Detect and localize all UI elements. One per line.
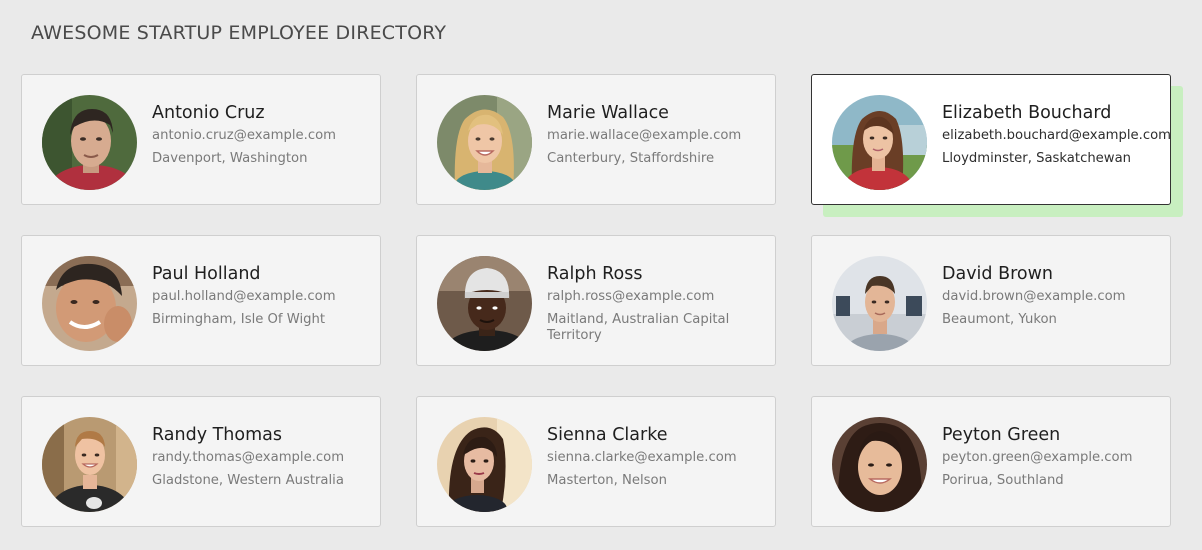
- employee-name: Marie Wallace: [547, 103, 669, 123]
- employee-name: Antonio Cruz: [152, 103, 265, 123]
- employee-name: Randy Thomas: [152, 425, 282, 445]
- employee-location: Lloydminster, Saskatchewan: [942, 151, 1132, 166]
- employee-location: Beaumont, Yukon: [942, 312, 1057, 327]
- employee-location: Porirua, Southland: [942, 473, 1064, 488]
- employee-card[interactable]: David Brown david.brown@example.com Beau…: [811, 235, 1171, 366]
- employee-card[interactable]: Antonio Cruz antonio.cruz@example.com Da…: [21, 74, 381, 205]
- employee-name: Sienna Clarke: [547, 425, 668, 445]
- employee-name: Peyton Green: [942, 425, 1061, 445]
- employee-email: marie.wallace@example.com: [547, 128, 742, 143]
- avatar: [437, 256, 532, 351]
- employee-email: david.brown@example.com: [942, 289, 1126, 304]
- employee-location: Birmingham, Isle Of Wight: [152, 312, 326, 327]
- employee-grid: Antonio Cruz antonio.cruz@example.com Da…: [21, 74, 1171, 527]
- employee-name: Elizabeth Bouchard: [942, 103, 1112, 123]
- avatar: [832, 256, 927, 351]
- employee-location: Gladstone, Western Australia: [152, 473, 344, 488]
- employee-location: Masterton, Nelson: [547, 473, 667, 488]
- employee-card[interactable]: Marie Wallace marie.wallace@example.com …: [416, 74, 776, 205]
- employee-email: paul.holland@example.com: [152, 289, 336, 304]
- page-title: AWESOME STARTUP EMPLOYEE DIRECTORY: [31, 22, 447, 44]
- employee-email: ralph.ross@example.com: [547, 289, 715, 304]
- avatar: [42, 256, 137, 351]
- employee-location: Maitland, Australian Capital Territory: [547, 312, 730, 343]
- employee-card[interactable]: Ralph Ross ralph.ross@example.com Maitla…: [416, 235, 776, 366]
- employee-email: antonio.cruz@example.com: [152, 128, 336, 143]
- employee-name: Ralph Ross: [547, 264, 643, 284]
- employee-name: David Brown: [942, 264, 1054, 284]
- employee-card[interactable]: Randy Thomas randy.thomas@example.com Gl…: [21, 396, 381, 527]
- avatar: [832, 417, 927, 512]
- employee-location: Canterbury, Staffordshire: [547, 151, 715, 166]
- avatar: [42, 417, 137, 512]
- employee-email: peyton.green@example.com: [942, 450, 1133, 465]
- employee-email: elizabeth.bouchard@example.com: [942, 128, 1172, 143]
- avatar: [832, 95, 927, 190]
- employee-card[interactable]: Peyton Green peyton.green@example.com Po…: [811, 396, 1171, 527]
- avatar: [437, 95, 532, 190]
- avatar: [437, 417, 532, 512]
- employee-card[interactable]: Sienna Clarke sienna.clarke@example.com …: [416, 396, 776, 527]
- employee-card[interactable]: Paul Holland paul.holland@example.com Bi…: [21, 235, 381, 366]
- employee-location: Davenport, Washington: [152, 151, 308, 166]
- employee-email: sienna.clarke@example.com: [547, 450, 737, 465]
- employee-name: Paul Holland: [152, 264, 261, 284]
- employee-email: randy.thomas@example.com: [152, 450, 345, 465]
- employee-card-selected[interactable]: Elizabeth Bouchard elizabeth.bouchard@ex…: [811, 74, 1171, 205]
- avatar: [42, 95, 137, 190]
